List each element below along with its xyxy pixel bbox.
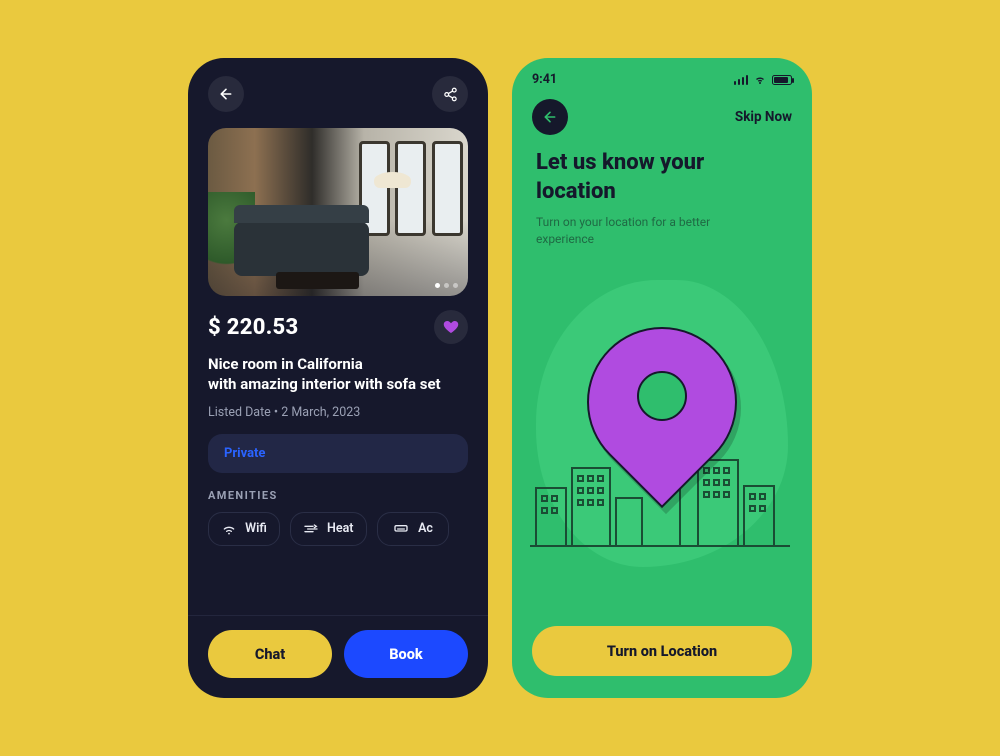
book-button-label: Book <box>389 646 423 663</box>
privacy-tag-label: Private <box>224 446 265 461</box>
listing-title-line: with amazing interior with sofa set <box>208 375 441 393</box>
location-permission-screen: 9:41 Skip Now Let us know your location … <box>512 58 812 698</box>
location-footer: Turn on Location <box>512 626 812 698</box>
amenity-label: Ac <box>418 521 433 536</box>
room-window-shape <box>432 141 463 235</box>
status-time: 9:41 <box>532 72 557 87</box>
carousel-dot[interactable] <box>453 283 458 288</box>
arrow-left-icon <box>218 86 234 102</box>
share-button[interactable] <box>432 76 468 112</box>
sub-line: Turn on your location for a better <box>536 215 710 229</box>
heading-line: location <box>536 179 616 204</box>
listing-detail-screen: $ 220.53 Nice room in California with am… <box>188 58 488 698</box>
listed-date-value: 2 March, 2023 <box>281 405 360 420</box>
location-subheading: Turn on your location for a better exper… <box>512 212 812 248</box>
listing-body: $ 220.53 Nice room in California with am… <box>188 310 488 615</box>
sub-line: experience <box>536 232 594 246</box>
share-icon <box>443 87 458 102</box>
ac-icon <box>392 521 410 537</box>
room-window-shape <box>395 141 426 235</box>
listing-title: Nice room in California with amazing int… <box>208 354 468 395</box>
heading-line: Let us know your <box>536 150 704 175</box>
amenity-label: Heat <box>327 521 354 536</box>
wifi-icon <box>221 521 237 537</box>
battery-icon <box>772 75 792 85</box>
listing-footer: Chat Book <box>188 615 488 698</box>
amenity-heat[interactable]: Heat <box>290 512 367 546</box>
skip-button[interactable]: Skip Now <box>735 109 792 125</box>
status-bar: 9:41 <box>512 58 812 91</box>
listing-title-line: Nice room in California <box>208 355 363 373</box>
amenity-wifi[interactable]: Wifi <box>208 512 280 546</box>
price-row: $ 220.53 <box>208 310 468 344</box>
chat-button-label: Chat <box>255 646 285 663</box>
skip-label: Skip Now <box>735 109 792 125</box>
book-button[interactable]: Book <box>344 630 468 678</box>
listed-date: Listed Date • 2 March, 2023 <box>208 405 468 420</box>
signal-icon <box>734 75 749 85</box>
carousel-dot[interactable] <box>444 283 449 288</box>
location-top-bar: Skip Now <box>512 91 812 139</box>
turn-on-location-button[interactable]: Turn on Location <box>532 626 792 676</box>
privacy-tag[interactable]: Private <box>208 434 468 473</box>
image-carousel-dots[interactable] <box>435 283 458 288</box>
listed-date-sep: • <box>271 405 281 420</box>
arrow-left-icon <box>542 109 558 125</box>
favorite-button[interactable] <box>434 310 468 344</box>
listing-price: $ 220.53 <box>208 315 299 340</box>
back-button[interactable] <box>208 76 244 112</box>
back-button[interactable] <box>532 99 568 135</box>
room-sofa-shape <box>234 222 369 276</box>
map-pin-icon <box>587 327 737 527</box>
listing-hero-image[interactable] <box>208 128 468 296</box>
listed-date-label: Listed Date <box>208 405 271 420</box>
turn-on-location-label: Turn on Location <box>607 643 717 660</box>
room-table-shape <box>276 272 359 289</box>
location-illustration <box>512 258 812 626</box>
amenity-ac[interactable]: Ac <box>377 512 449 546</box>
amenities-heading: AMENITIES <box>208 489 468 502</box>
chat-button[interactable]: Chat <box>208 630 332 678</box>
amenity-label: Wifi <box>245 521 267 536</box>
heart-icon <box>443 319 459 335</box>
room-lamp-shape <box>374 172 410 189</box>
status-icons <box>734 74 793 86</box>
carousel-dot[interactable] <box>435 283 440 288</box>
amenities-row: Wifi Heat Ac <box>208 512 468 546</box>
listing-top-bar <box>188 58 488 122</box>
heat-icon <box>303 521 319 537</box>
location-heading: Let us know your location <box>512 139 812 212</box>
wifi-icon <box>753 74 767 86</box>
